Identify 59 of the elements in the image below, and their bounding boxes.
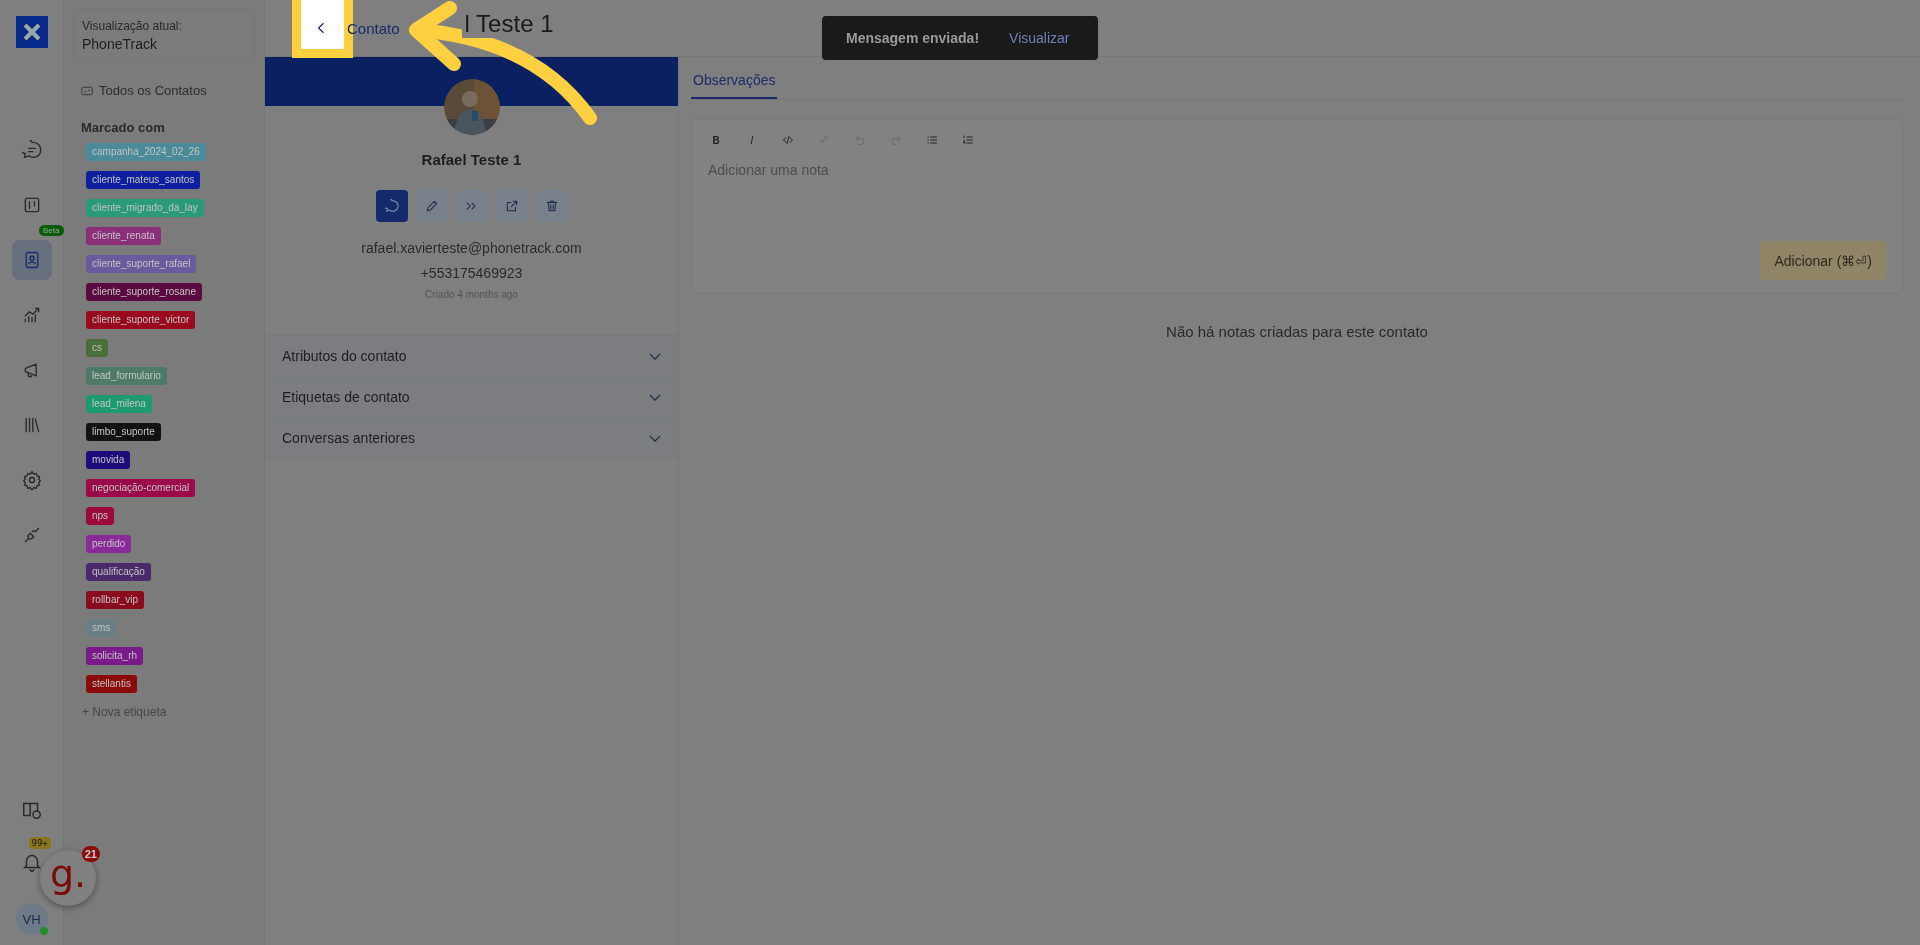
tag-chip[interactable]: perdido	[86, 535, 132, 553]
edit-button[interactable]	[415, 190, 448, 222]
tag-chip[interactable]: cliente_renata	[86, 227, 161, 245]
section-title: Conversas anteriores	[282, 430, 416, 446]
tag-chip[interactable]: cs	[86, 339, 108, 357]
italic-button[interactable]: I	[744, 132, 760, 148]
tag-chip[interactable]: movida	[86, 451, 131, 469]
undo-icon	[854, 134, 866, 146]
code-icon	[782, 134, 794, 146]
external-link-icon	[504, 199, 519, 213]
tag-chip[interactable]: qualificação	[86, 563, 151, 581]
contact-name: Rafael Teste 1	[421, 151, 522, 168]
tag-chip[interactable]: cliente_suporte_rafael	[86, 255, 197, 273]
view-name: PhoneTrack	[82, 36, 158, 52]
tag-chip[interactable]: sms	[86, 619, 117, 637]
tag-chip[interactable]: nps	[86, 507, 115, 525]
tag-chip[interactable]: limbo_suporte	[86, 423, 161, 441]
link-icon	[818, 134, 830, 146]
tag-chip[interactable]: cliente_mateus_santos	[86, 171, 201, 189]
accordion-header[interactable]: Atributos do contato	[265, 336, 678, 377]
app-logo[interactable]	[15, 16, 48, 48]
settings-icon	[21, 470, 42, 490]
nav-item[interactable]	[11, 240, 52, 280]
redo-icon	[890, 134, 902, 146]
view-label: Visualização atual:	[82, 19, 183, 33]
notification-count: 99+	[28, 837, 51, 849]
contact-phone: +553175469923	[420, 265, 523, 281]
notes-tab[interactable]: Observações	[691, 64, 778, 99]
tag-chip[interactable]: stellantis	[86, 675, 137, 693]
current-view-card[interactable]: Visualização atual: PhoneTrack	[73, 8, 255, 63]
delete-button[interactable]	[535, 190, 568, 222]
tag-chip[interactable]: negociação-comercial	[86, 479, 196, 497]
section-title: Etiquetas de contato	[282, 389, 410, 405]
chevron-left-icon	[317, 21, 325, 35]
toast-message: Mensagem enviada!	[846, 30, 980, 46]
beta-badge: Beta	[39, 225, 64, 236]
tag-chip[interactable]: rollbar_vip	[86, 591, 145, 609]
contact-email: rafael.xavierteste@phonetrack.com	[361, 240, 582, 256]
tags-heading: Marcado com	[81, 120, 165, 135]
message-button[interactable]	[375, 190, 408, 222]
tag-chip[interactable]: campanha_2024_02_26	[86, 143, 206, 161]
section-title: Atributos do contato	[282, 348, 407, 364]
numbered-list-icon	[962, 134, 974, 146]
tag-chip[interactable]: solicita_rh	[86, 647, 144, 665]
bullet-list-icon	[926, 134, 938, 146]
trash-icon	[544, 199, 559, 213]
user-avatar[interactable]: VH	[15, 903, 48, 935]
all-contacts-link[interactable]: Todos os Contatos	[99, 83, 207, 98]
empty-notes-message: Não há notas criadas para este contato	[1165, 323, 1429, 340]
bold-button[interactable]: B	[708, 132, 724, 148]
pencil-icon	[424, 199, 439, 213]
accordion-header[interactable]: Etiquetas de contato	[265, 377, 678, 418]
tag-chip[interactable]: cliente_suporte_victor	[86, 311, 196, 329]
view-link[interactable]: Visualizar	[1009, 30, 1070, 46]
contact-card-icon	[81, 85, 93, 96]
open-button[interactable]	[495, 190, 528, 222]
tag-chip[interactable]: cliente_suporte_rosane	[86, 283, 202, 301]
accordion-header[interactable]: Conversas anteriores	[265, 418, 678, 459]
tag-chip[interactable]: lead_formulario	[86, 367, 167, 385]
